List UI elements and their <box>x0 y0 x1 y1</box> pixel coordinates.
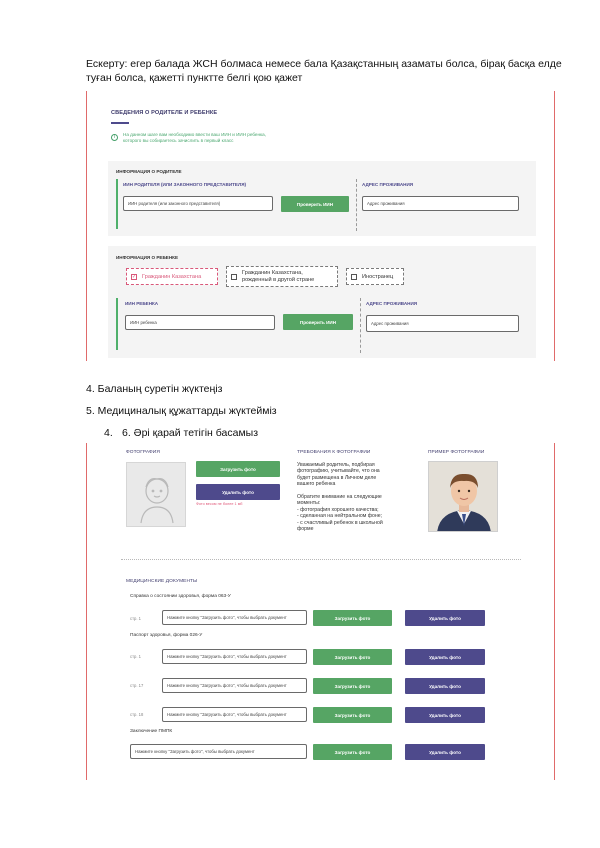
panel-title: ИНФОРМАЦИЯ О РЕБЕНКЕ <box>116 255 179 260</box>
option-label-line: рожденный в другой стране <box>242 276 315 283</box>
checkbox-icon <box>351 273 357 280</box>
check-parent-iin-button[interactable]: Проверить ИИН <box>281 196 349 212</box>
file-input[interactable]: Нажмите кнопку "Загрузить фото", чтобы в… <box>162 678 307 693</box>
delete-photo-button[interactable]: Удалить фото <box>405 678 485 694</box>
info-text: На данном шаге вам необходимо ввести ваш… <box>123 132 323 144</box>
placeholder: ИИН родителя (или законного представител… <box>128 201 221 206</box>
photo-header: ФОТОГРАФИЯ <box>126 450 160 455</box>
screenshot-photo-medical: ФОТОГРАФИЯ Загрузить фото Удалить фото Ф… <box>86 443 555 780</box>
page-label: стр. 1 <box>130 616 141 621</box>
file-input[interactable]: Нажмите кнопку "Загрузить фото", чтобы в… <box>130 744 307 759</box>
page-border-left <box>86 91 87 361</box>
child-iin-input[interactable]: ИИН ребенка <box>125 315 275 330</box>
info-line: которого вы собираетесь зачислить в перв… <box>123 138 234 144</box>
step-6-number: 4. <box>104 427 113 439</box>
check-child-iin-button[interactable]: Проверить ИИН <box>283 314 353 330</box>
parent-address-input[interactable]: Адрес проживания <box>362 196 519 211</box>
doc-026-title: Паспорт здоровья, форма 026-У <box>130 633 203 638</box>
page-border-right <box>554 91 555 361</box>
delete-photo-button[interactable]: Удалить фото <box>405 744 485 760</box>
upload-photo-button[interactable]: Загрузить фото <box>313 649 392 665</box>
placeholder: Нажмите кнопку "Загрузить фото", чтобы в… <box>167 712 287 717</box>
doc-063-title: Справка о состоянии здоровья, форма 063-… <box>130 594 231 599</box>
photo-placeholder <box>126 462 186 527</box>
checkbox-checked-icon: ✓ <box>131 273 137 280</box>
page-border-left <box>86 443 87 780</box>
screenshot-parent-child-info: СВЕДЕНИЯ О РОДИТЕЛЕ И РЕБЕНКЕ i На данно… <box>86 91 555 361</box>
placeholder: Нажмите кнопку "Загрузить фото", чтобы в… <box>167 615 287 620</box>
child-iin-label: ИИН РЕБЕНКА <box>125 301 159 306</box>
section-title: СВЕДЕНИЯ О РОДИТЕЛЕ И РЕБЕНКЕ <box>111 110 218 116</box>
parent-info-panel: ИНФОРМАЦИЯ О РОДИТЕЛЕ ИИН РОДИТЕЛЯ (ИЛИ … <box>108 161 536 236</box>
placeholder: Нажмите кнопку "Загрузить фото", чтобы в… <box>135 749 255 754</box>
delete-photo-button[interactable]: Удалить фото <box>405 649 485 665</box>
option-label: Гражданин Казахстана <box>142 273 202 280</box>
option-kz-citizen[interactable]: ✓ Гражданин Казахстана <box>126 268 218 285</box>
parent-iin-label: ИИН РОДИТЕЛЯ (ИЛИ ЗАКОННОГО ПРЕДСТАВИТЕЛ… <box>123 182 247 187</box>
delete-photo-button[interactable]: Удалить фото <box>405 610 485 626</box>
child-address-label: АДРЕС ПРОЖИВАНИЯ <box>366 301 418 306</box>
medical-docs-header: МЕДИЦИНСКИЕ ДОКУМЕНТЫ <box>126 579 198 584</box>
file-input[interactable]: Нажмите кнопку "Загрузить фото", чтобы в… <box>162 707 307 722</box>
photo-size-hint: Фото весом не более 1 мб <box>196 502 243 506</box>
separator <box>360 298 361 353</box>
upload-photo-button[interactable]: Загрузить фото <box>313 744 392 760</box>
req-line: форме <box>297 526 314 533</box>
requirements-text: Уважаемый родитель, подбирая фотографию,… <box>297 462 412 532</box>
file-input[interactable]: Нажмите кнопку "Загрузить фото", чтобы в… <box>162 649 307 664</box>
delete-photo-button[interactable]: Удалить фото <box>196 484 280 500</box>
page-border-right <box>554 443 555 780</box>
section-divider <box>121 559 521 560</box>
step-5: 5. Медициналық құжаттарды жүктейміз <box>86 405 277 417</box>
info-icon: i <box>111 134 118 141</box>
requirements-header: ТРЕБОВАНИЯ К ФОТОГРАФИИ <box>297 450 371 455</box>
intro-note: Ескерту: егер балада ЖСН болмаса немесе … <box>86 58 562 84</box>
option-foreigner[interactable]: Иностранец <box>346 268 404 285</box>
upload-photo-button[interactable]: Загрузить фото <box>313 610 392 626</box>
example-header: ПРИМЕР ФОТОГРАФИИ <box>428 450 485 455</box>
child-avatar-icon <box>140 478 174 524</box>
page-label: стр. 1 <box>130 654 141 659</box>
child-info-panel: ИНФОРМАЦИЯ О РЕБЕНКЕ ✓ Гражданин Казахст… <box>108 246 536 358</box>
page-label: стр. 18 <box>130 712 144 717</box>
panel-title: ИНФОРМАЦИЯ О РОДИТЕЛЕ <box>116 169 182 174</box>
option-kz-born-abroad[interactable]: Гражданин Казахстана, рожденный в другой… <box>226 266 338 287</box>
green-bar <box>116 179 118 229</box>
placeholder: Нажмите кнопку "Загрузить фото", чтобы в… <box>167 683 287 688</box>
option-label: Иностранец <box>362 273 394 280</box>
placeholder: ИИН ребенка <box>130 320 157 325</box>
parent-iin-input[interactable]: ИИН родителя (или законного представител… <box>123 196 273 211</box>
checkbox-icon <box>231 273 237 280</box>
green-bar <box>116 298 118 350</box>
page-label: стр. 17 <box>130 683 144 688</box>
delete-photo-button[interactable]: Удалить фото <box>405 707 485 723</box>
example-child-photo <box>429 462 497 531</box>
file-input[interactable]: Нажмите кнопку "Загрузить фото", чтобы в… <box>162 610 307 625</box>
upload-photo-button[interactable]: Загрузить фото <box>313 707 392 723</box>
example-photo <box>428 461 498 532</box>
placeholder: Адрес проживания <box>367 201 405 206</box>
parent-address-label: АДРЕС ПРОЖИВАНИЯ <box>362 182 414 187</box>
placeholder: Адрес проживания <box>371 321 409 326</box>
title-underline <box>111 122 129 124</box>
doc-pmpk-title: Заключение ПМПК <box>130 729 173 734</box>
step-4: 4. Баланың суретін жүктеңіз <box>86 383 223 395</box>
separator <box>356 179 357 231</box>
upload-photo-button[interactable]: Загрузить фото <box>196 461 280 477</box>
step-6: 6. Әрі қарай тетігін басамыз <box>122 427 259 439</box>
upload-photo-button[interactable]: Загрузить фото <box>313 678 392 694</box>
child-address-input[interactable]: Адрес проживания <box>366 315 519 332</box>
option-label: Гражданин Казахстана, рожденный в другой… <box>242 270 314 283</box>
placeholder: Нажмите кнопку "Загрузить фото", чтобы в… <box>167 654 287 659</box>
